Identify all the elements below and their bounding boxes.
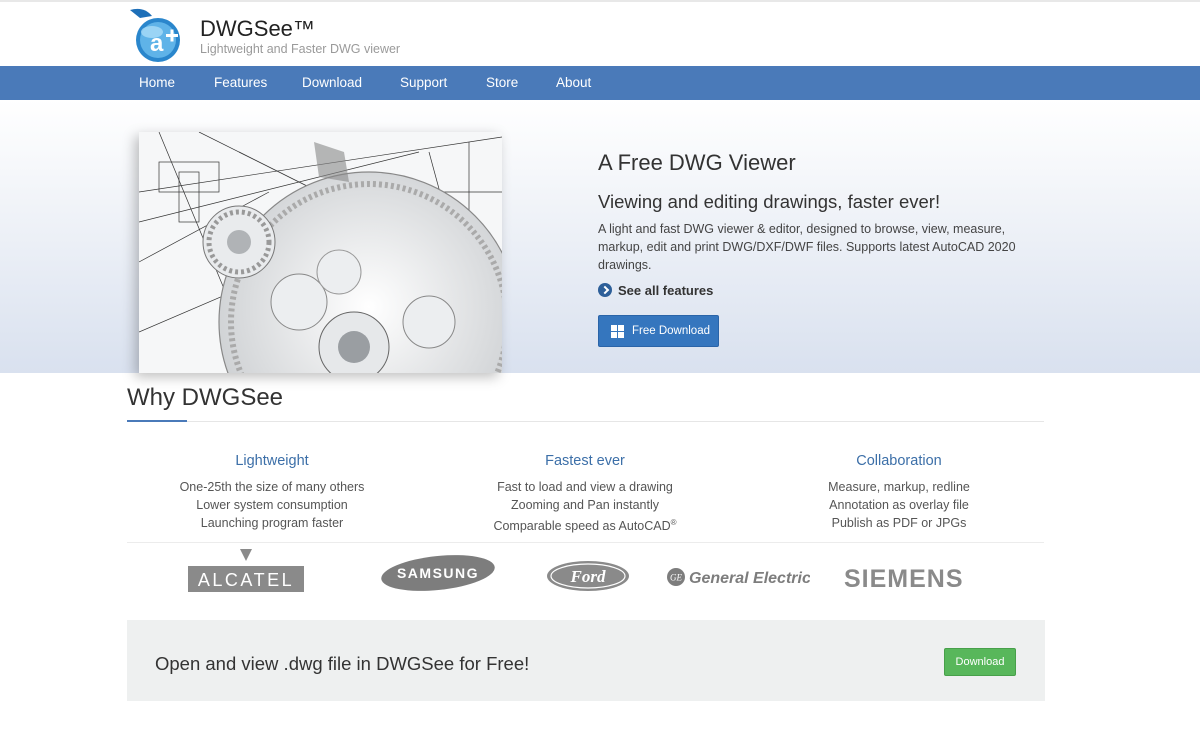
feature-line: Publish as PDF or JPGs <box>831 516 967 530</box>
nav-about[interactable]: About <box>556 66 591 100</box>
feature-line: Zooming and Pan instantly <box>510 498 659 512</box>
main-nav: Home Features Download Support Store Abo… <box>0 66 1200 100</box>
feature-line: Fast to load and view a drawing <box>497 480 673 494</box>
site-header: a DWGSee™ Lightweight and Faster DWG vie… <box>0 2 1200 66</box>
feature-title: Lightweight <box>235 453 309 469</box>
logos-divider <box>127 542 1044 543</box>
feature-line-text: Comparable speed as AutoCAD <box>493 519 671 534</box>
cta-text: Open and view .dwg file in DWGSee for Fr… <box>155 653 530 674</box>
hero-gear-drawing-image <box>139 132 502 373</box>
registered-mark: ® <box>670 518 677 527</box>
why-accent-bar <box>127 420 187 422</box>
nav-store[interactable]: Store <box>486 66 518 100</box>
dwgsee-logo-icon[interactable]: a <box>126 6 188 64</box>
free-download-button[interactable]: Free Download <box>598 315 719 347</box>
feature-title: Fastest ever <box>545 453 625 469</box>
cta-banner: Open and view .dwg file in DWGSee for Fr… <box>127 620 1045 701</box>
svg-text:ALCATEL: ALCATEL <box>198 570 294 590</box>
nav-support[interactable]: Support <box>400 66 447 100</box>
samsung-logo: SAMSUNG <box>381 555 495 591</box>
feature-line-with-mark: Comparable speed as AutoCAD® <box>435 514 735 535</box>
cta-download-button[interactable]: Download <box>944 648 1016 676</box>
feature-line: One-25th the size of many others <box>179 480 365 494</box>
nav-home[interactable]: Home <box>139 66 175 100</box>
svg-text:SAMSUNG: SAMSUNG <box>397 565 479 581</box>
ford-logo: Ford <box>547 561 629 591</box>
feature-lightweight: Lightweight One-25th the size of many ot… <box>122 453 422 532</box>
svg-text:General Electric: General Electric <box>689 570 810 587</box>
svg-text:GE: GE <box>670 573 682 583</box>
feature-line: Launching program faster <box>200 516 344 530</box>
brand-tagline: Lightweight and Faster DWG viewer <box>200 42 401 56</box>
why-divider <box>127 421 1044 422</box>
hero-subtitle: Viewing and editing drawings, faster eve… <box>598 191 941 212</box>
windows-icon <box>611 325 625 338</box>
feature-title: Collaboration <box>856 453 942 469</box>
feature-line: Annotation as overlay file <box>829 498 969 512</box>
why-heading: Why DWGSee <box>127 384 284 411</box>
feature-line: Lower system consumption <box>196 498 348 512</box>
free-download-label: Free Download <box>632 325 710 337</box>
nav-download[interactable]: Download <box>302 66 362 100</box>
svg-text:a: a <box>150 30 164 57</box>
svg-text:SIEMENS: SIEMENS <box>844 565 964 591</box>
general-electric-logo: GE General Electric <box>667 568 810 587</box>
svg-text:Ford: Ford <box>570 567 606 586</box>
brand-title: DWGSee™ <box>200 16 315 41</box>
nav-features[interactable]: Features <box>214 66 267 100</box>
see-all-features-link[interactable]: See all features <box>598 282 713 300</box>
arrow-right-circle-icon <box>598 283 612 297</box>
feature-collaboration: Collaboration Measure, markup, redline A… <box>749 453 1049 532</box>
feature-line: Measure, markup, redline <box>828 480 970 494</box>
siemens-logo: SIEMENS <box>844 565 964 591</box>
hero-description: A light and fast DWG viewer & editor, de… <box>598 222 1016 272</box>
hero-title: A Free DWG Viewer <box>598 150 796 175</box>
alcatel-logo: ALCATEL <box>188 549 304 592</box>
feature-fastest: Fastest ever Fast to load and view a dra… <box>435 453 735 535</box>
hero-section: A Free DWG Viewer Viewing and editing dr… <box>0 100 1200 373</box>
see-all-label: See all features <box>618 283 714 298</box>
